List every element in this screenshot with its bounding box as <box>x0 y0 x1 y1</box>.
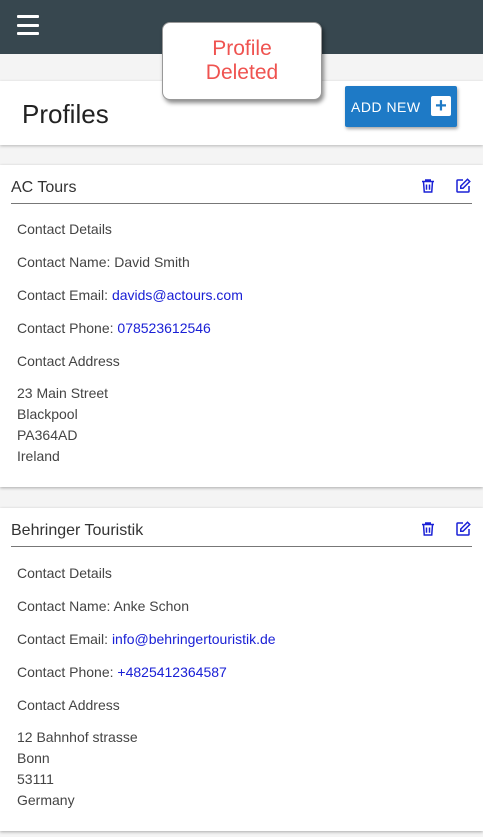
page-title: Profiles <box>22 99 109 129</box>
address-line: Bonn <box>17 750 50 766</box>
address-line: 53111 <box>17 771 54 787</box>
contact-address-heading: Contact Address <box>17 353 120 369</box>
contact-name-label: Contact Name: <box>17 598 114 614</box>
contact-details-heading: Contact Details <box>17 221 112 237</box>
contact-name-row: Contact Name: David Smith <box>17 254 190 270</box>
edit-icon[interactable] <box>454 177 472 195</box>
address-line: PA364AD <box>17 427 78 443</box>
card-header: Behringer Touristik <box>11 520 472 547</box>
add-new-button[interactable]: ADD NEW + <box>345 86 457 127</box>
address-line: Ireland <box>17 448 60 464</box>
profile-name: AC Tours <box>11 179 77 196</box>
contact-email-link[interactable]: info@behringertouristik.de <box>112 631 276 647</box>
contact-name-label: Contact Name: <box>17 254 115 270</box>
delete-icon[interactable] <box>419 177 437 195</box>
profile-name: Behringer Touristik <box>11 522 144 539</box>
contact-phone-label: Contact Phone: <box>17 664 118 680</box>
contact-email-row: Contact Email: info@behringertouristik.d… <box>17 631 276 647</box>
address-line: Blackpool <box>17 406 78 422</box>
toast-message: Profile Deleted <box>205 37 279 84</box>
contact-email-label: Contact Email: <box>17 631 112 647</box>
profile-card: Behringer Touristik Contact Details Cont… <box>0 508 483 831</box>
plus-icon: + <box>431 96 451 116</box>
contact-phone-row: Contact Phone: 078523612546 <box>17 320 211 336</box>
address-block: 23 Main Street Blackpool PA364AD Ireland <box>17 383 108 467</box>
contact-name-value: Anke Schon <box>113 598 190 614</box>
contact-name-value: David Smith <box>114 254 190 270</box>
profile-card: AC Tours Contact Details Contact Name: D… <box>0 165 483 487</box>
address-block: 12 Bahnhof strasse Bonn 53111 Germany <box>17 727 138 811</box>
contact-phone-label: Contact Phone: <box>17 320 118 336</box>
contact-email-label: Contact Email: <box>17 287 112 303</box>
delete-icon[interactable] <box>419 520 437 538</box>
toast-notification: Profile Deleted <box>162 22 322 100</box>
address-line: 23 Main Street <box>17 385 109 401</box>
contact-details-heading: Contact Details <box>17 565 112 581</box>
address-line: Germany <box>17 792 75 808</box>
contact-phone-link[interactable]: 078523612546 <box>117 320 210 336</box>
contact-phone-link[interactable]: +4825412364587 <box>117 664 226 680</box>
contact-name-row: Contact Name: Anke Schon <box>17 598 189 614</box>
edit-icon[interactable] <box>454 520 472 538</box>
contact-phone-row: Contact Phone: +4825412364587 <box>17 664 227 680</box>
contact-address-heading: Contact Address <box>17 697 120 713</box>
address-line: 12 Bahnhof strasse <box>17 729 138 745</box>
contact-email-row: Contact Email: davids@actours.com <box>17 287 243 303</box>
contact-email-link[interactable]: davids@actours.com <box>112 287 243 303</box>
menu-icon[interactable] <box>17 15 39 35</box>
add-new-label: ADD NEW <box>351 98 421 115</box>
card-header: AC Tours <box>11 177 472 204</box>
